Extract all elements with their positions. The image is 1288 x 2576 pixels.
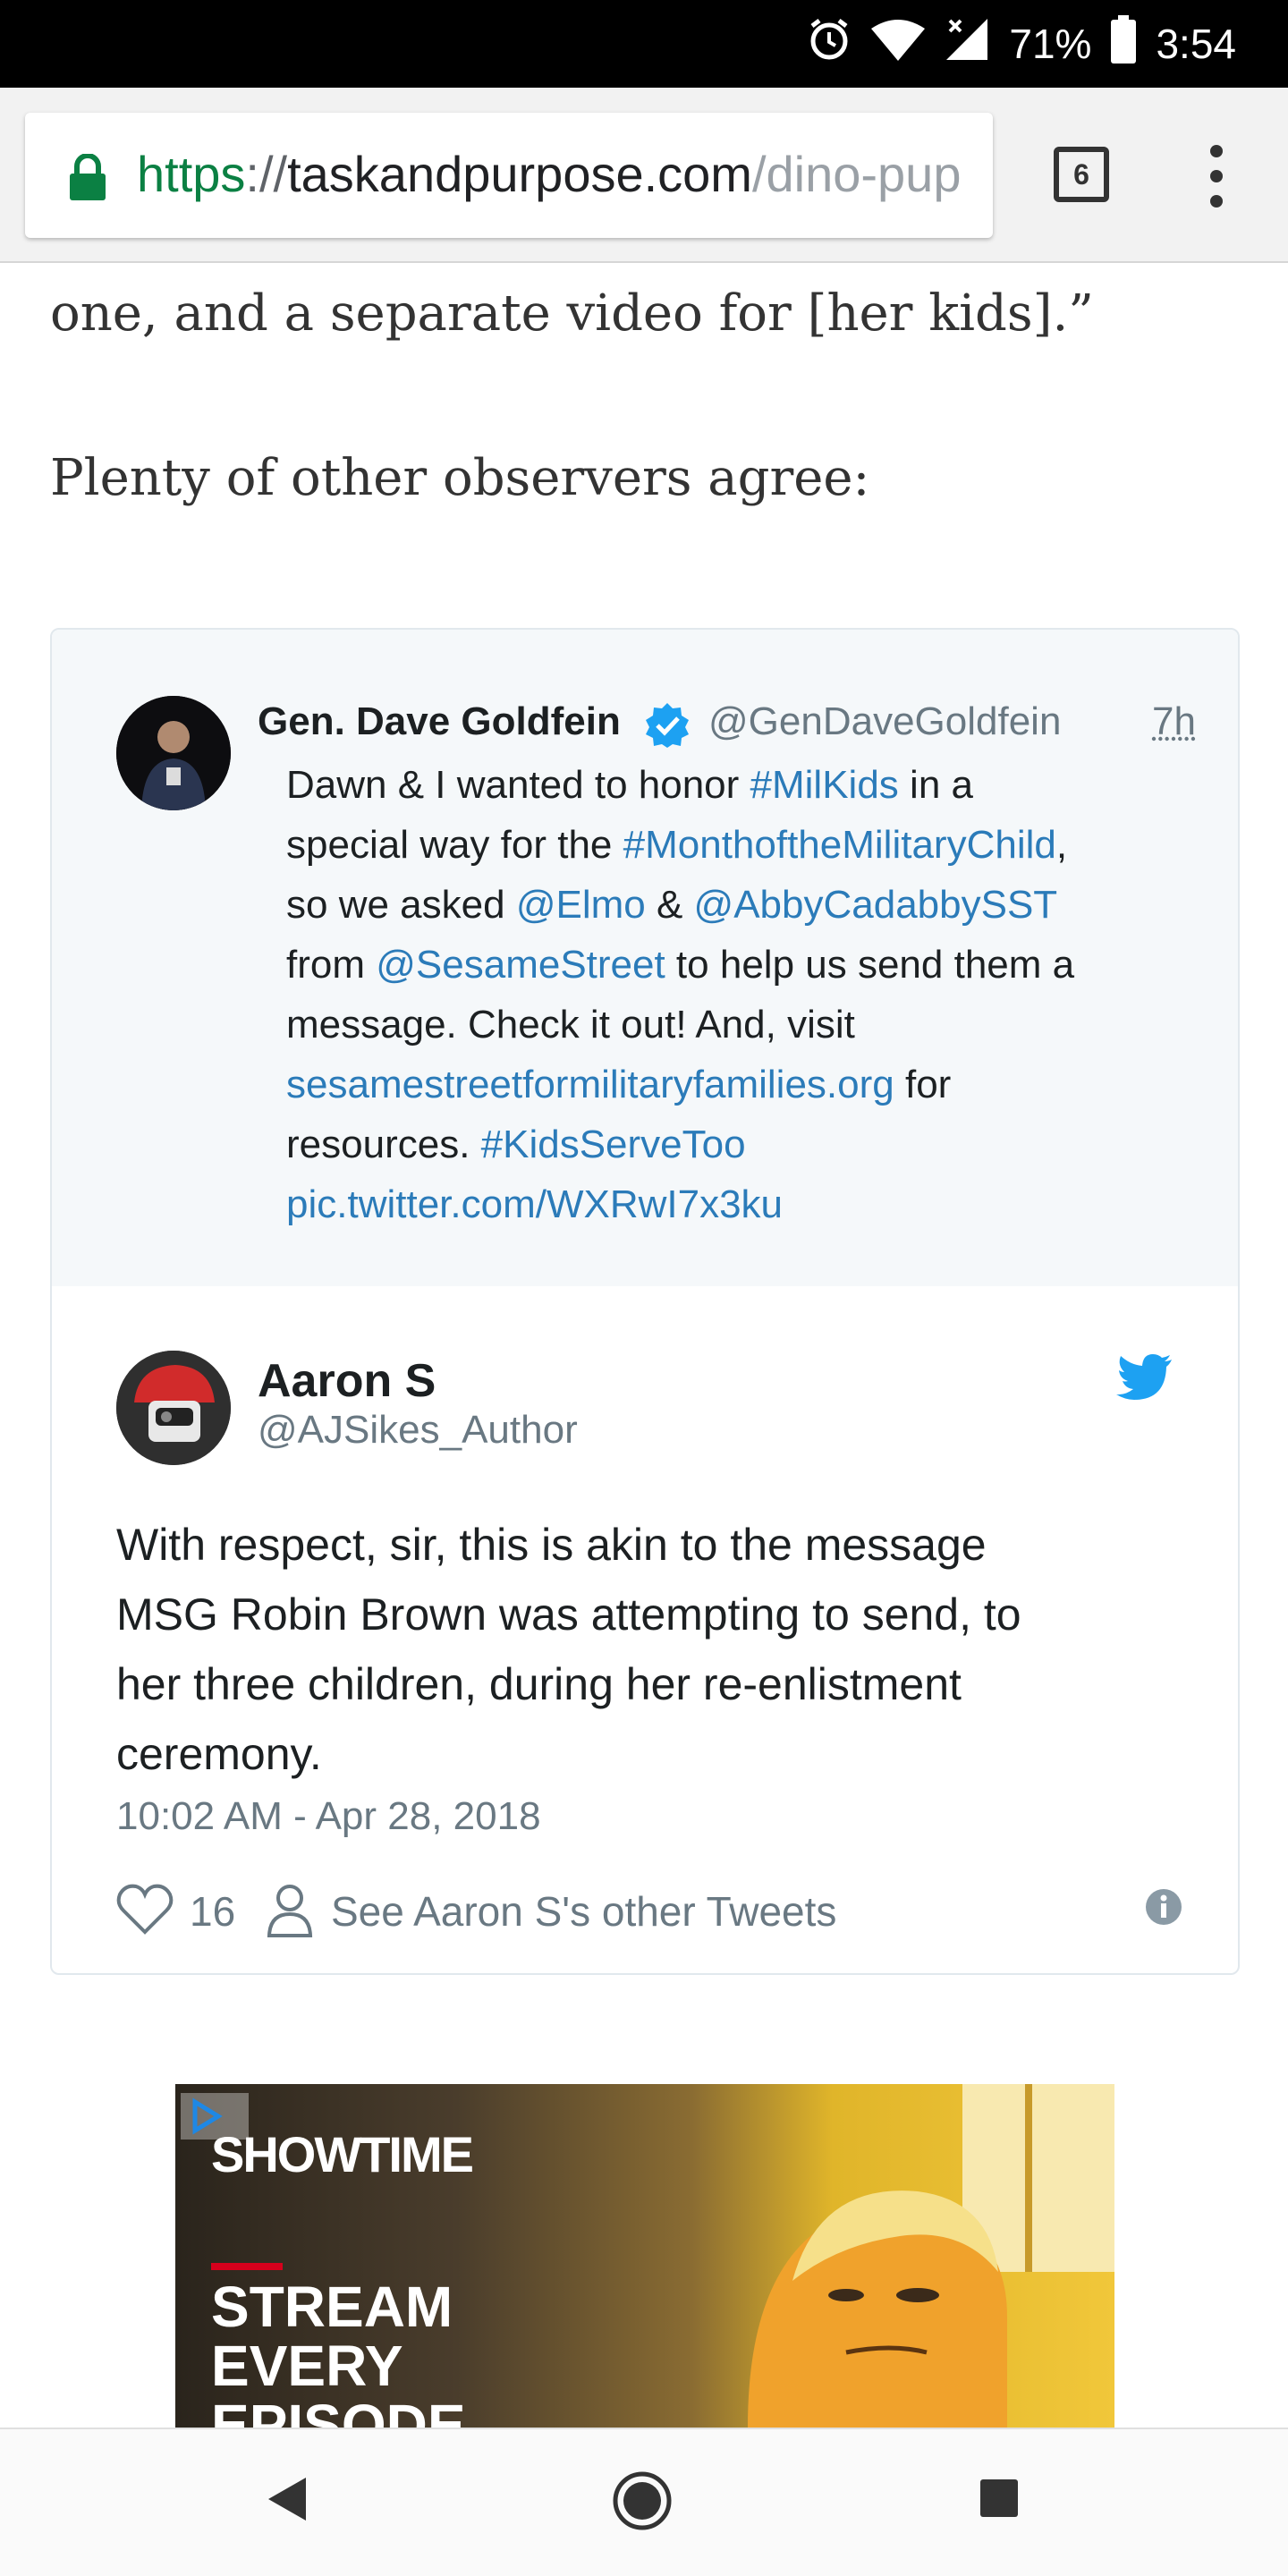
system-navigation-bar — [0, 2428, 1288, 2576]
verified-badge-icon — [644, 701, 691, 758]
url-separator: :// — [245, 146, 288, 202]
ad-logo: SHOWTIME — [211, 2126, 474, 2182]
tweet-link[interactable]: @AbbyCadabbySST — [694, 883, 1058, 927]
tweet-link[interactable]: sesamestreetformilitaryfamilies.org — [286, 1063, 894, 1106]
browser-toolbar: https://taskandpurpose.com/dino-pup 6 — [0, 88, 1288, 263]
article-paragraph: one, and a separate video for [her kids]… — [50, 284, 1094, 343]
clock: 3:54 — [1156, 21, 1236, 67]
info-icon[interactable] — [1145, 1887, 1182, 1936]
signal-icon — [945, 17, 989, 72]
quoted-tweet-text: Dawn & I wanted to honor #MilKids in a sp… — [286, 755, 1216, 1234]
tweet-text-line: sesamestreetformilitaryfamilies.org for — [286, 1055, 1216, 1114]
tweet-text-segment: from — [286, 943, 377, 987]
like-count[interactable]: 16 — [190, 1887, 235, 1936]
tweet-text-line: With respect, sir, this is akin to the m… — [116, 1520, 987, 1570]
back-icon[interactable] — [265, 2474, 309, 2529]
wifi-icon — [871, 18, 926, 71]
ad-headline-line: STREAM — [211, 2275, 453, 2339]
tweet-text-line: pic.twitter.com/WXRwI7x3ku — [286, 1174, 1216, 1234]
tweet-date[interactable]: 10:02 AM - Apr 28, 2018 — [116, 1794, 541, 1839]
tweet-link[interactable]: #KidsServeToo — [481, 1123, 746, 1166]
tweet-text-line: resources. #KidsServeToo — [286, 1114, 1216, 1174]
tweet-text-segment: Dawn & I wanted to honor — [286, 763, 750, 807]
url-path: /dino-pup — [751, 146, 962, 202]
tweet-text-segment: special way for the — [286, 823, 623, 867]
author-handle[interactable]: @AJSikes_Author — [258, 1408, 578, 1453]
tweet-text-segment: & — [645, 883, 694, 927]
author-name[interactable]: Aaron S — [258, 1354, 436, 1408]
battery-percent: 71% — [1009, 21, 1092, 67]
tweet-text-segment: resources. — [286, 1123, 481, 1166]
tweet-text-line: Dawn & I wanted to honor #MilKids in a — [286, 755, 1216, 815]
tweet-text-line: MSG Robin Brown was attempting to send, … — [116, 1589, 1021, 1640]
tweet-link[interactable]: @Elmo — [516, 883, 646, 927]
tweet-text-line: from @SesameStreet to help us send them … — [286, 935, 1216, 995]
url-scheme: https — [137, 146, 246, 202]
avatar[interactable] — [116, 696, 231, 810]
tab-switcher-button[interactable]: 6 — [1054, 147, 1109, 202]
tweet-link[interactable]: pic.twitter.com/WXRwI7x3ku — [286, 1182, 783, 1226]
tweet-text-segment: message. Check it out! And, visit — [286, 1003, 855, 1046]
see-other-tweets-link[interactable]: See Aaron S's other Tweets — [331, 1887, 836, 1936]
ad-headline: STREAM EVERY EPISODE — [211, 2277, 466, 2428]
avatar[interactable] — [116, 1351, 231, 1465]
author-name[interactable]: Gen. Dave Goldfein — [258, 699, 621, 744]
url-host: taskandpurpose.com — [287, 146, 752, 202]
tweet-timestamp[interactable]: 7h — [1152, 699, 1196, 744]
tweet-text-segment: , — [1055, 823, 1068, 867]
article-paragraph: Plenty of other observers agree: — [50, 449, 870, 507]
tweet-text-segment: for — [894, 1063, 952, 1106]
ad-illustration — [712, 2084, 1114, 2428]
tweet-text: With respect, sir, this is akin to the m… — [116, 1510, 1190, 1789]
status-icons: 71% 3:54 — [807, 14, 1236, 73]
home-icon[interactable] — [612, 2470, 673, 2536]
author-handle[interactable]: @GenDaveGoldfein — [708, 699, 1061, 744]
embedded-tweet[interactable]: Gen. Dave Goldfein @GenDaveGoldfein 7h D… — [50, 628, 1240, 1975]
ad-accent-bar — [211, 2263, 283, 2270]
twitter-bird-icon[interactable] — [1116, 1354, 1172, 1405]
ad-headline-line: EVERY — [211, 2334, 403, 2398]
quoted-tweet[interactable]: Gen. Dave Goldfein @GenDaveGoldfein 7h D… — [52, 630, 1238, 1286]
tweet-link[interactable]: #MonthoftheMilitaryChild — [623, 823, 1056, 867]
recents-icon[interactable] — [979, 2478, 1020, 2523]
tweet-link[interactable]: #MilKids — [750, 763, 899, 807]
tweet-text-segment: so we asked — [286, 883, 516, 927]
url-bar[interactable]: https://taskandpurpose.com/dino-pup — [25, 113, 993, 238]
battery-icon — [1111, 14, 1137, 73]
tweet-text-segment: in a — [898, 763, 973, 807]
tweet-text-line: her three children, during her re-enlist… — [116, 1659, 962, 1709]
tweet-text-line: special way for the #MonthoftheMilitaryC… — [286, 815, 1216, 875]
heart-icon[interactable] — [116, 1882, 174, 1945]
url-text: https://taskandpurpose.com/dino-pup — [137, 145, 961, 203]
tweet-text-line: so we asked @Elmo & @AbbyCadabbySST — [286, 875, 1216, 935]
tweet-link[interactable]: @SesameStreet — [376, 943, 665, 987]
overflow-menu-icon[interactable] — [1197, 145, 1236, 208]
tweet-text-line: message. Check it out! And, visit — [286, 995, 1216, 1055]
status-bar: 71% 3:54 — [0, 0, 1288, 88]
person-icon[interactable] — [267, 1882, 313, 1947]
showtime-ad[interactable]: SHOWTIME STREAM EVERY EPISODE — [175, 2084, 1114, 2428]
ad-headline-line: EPISODE — [211, 2393, 466, 2428]
alarm-icon — [807, 17, 852, 72]
tweet-actions: 16 See Aaron S's other Tweets — [116, 1882, 1190, 1939]
lock-icon — [68, 153, 107, 205]
quoted-tweet-header: Gen. Dave Goldfein @GenDaveGoldfein 7h — [258, 699, 1196, 753]
tweet-text-segment: to help us send them a — [665, 943, 1075, 987]
tweet-text-line: ceremony. — [116, 1729, 322, 1779]
